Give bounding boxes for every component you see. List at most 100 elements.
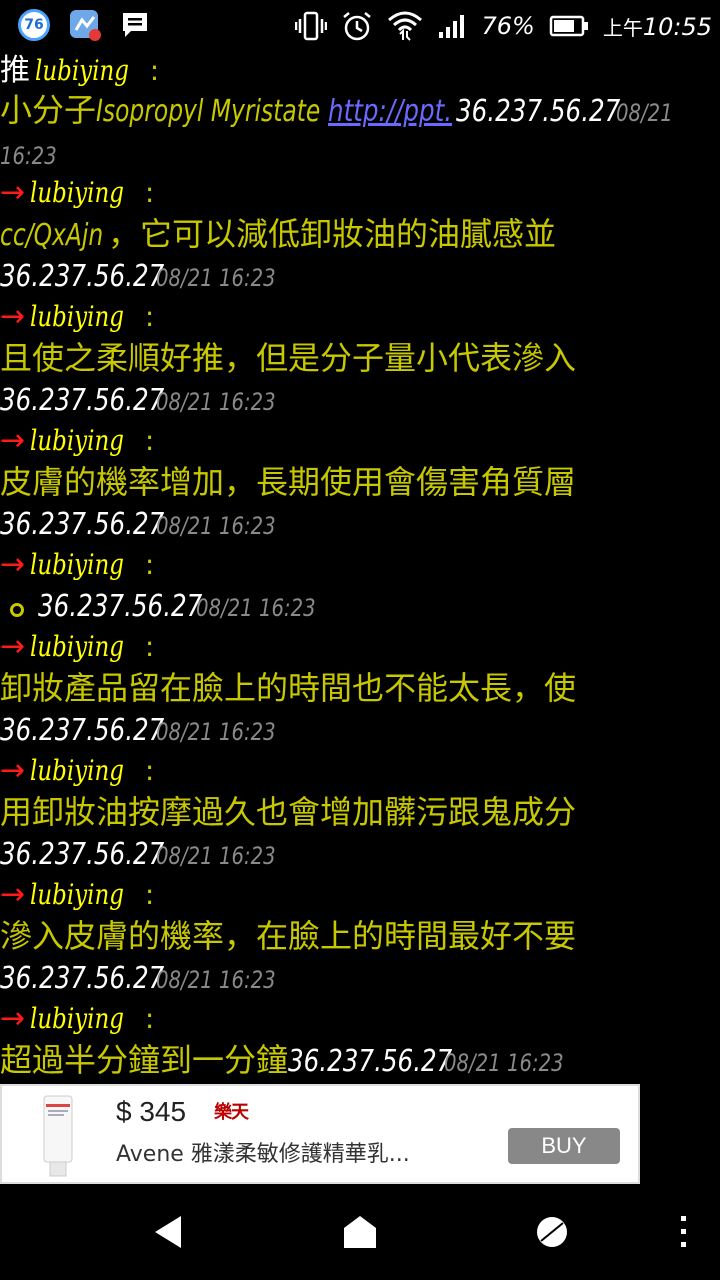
buy-button[interactable]: BUY bbox=[508, 1128, 620, 1164]
comment-username: lubiying bbox=[30, 176, 125, 209]
comment-header: → lubiying: bbox=[0, 880, 154, 910]
rakuten-logo: 樂天 bbox=[214, 1102, 249, 1123]
comment-username: lubiying bbox=[30, 754, 125, 787]
battery-icon bbox=[549, 15, 588, 37]
comment-header: → lubiying: bbox=[0, 550, 154, 580]
comment-latin-text: cc/QxAjn bbox=[0, 218, 104, 253]
product-thumbnail bbox=[43, 1095, 73, 1177]
comment-meta: 36.237.56.2708/21 16:23 bbox=[0, 716, 302, 746]
comment-timestamp: 08/21 16:23 bbox=[156, 718, 276, 746]
back-icon bbox=[155, 1216, 181, 1248]
comment-username: lubiying bbox=[30, 1002, 125, 1035]
comment-body: 小分子Isopropyl Myristate http://ppt. 36.237.… bbox=[0, 94, 685, 127]
signal-icon bbox=[439, 15, 465, 38]
recents-icon bbox=[537, 1217, 567, 1247]
comment-date: 08/21 bbox=[616, 99, 673, 127]
comment-timestamp: 08/21 16:23 bbox=[444, 1049, 564, 1077]
comment-text: 超過半分鐘到一分鐘 bbox=[0, 1041, 289, 1079]
comment-body: 且使之柔順好推，但是分子量小代表滲入 bbox=[0, 342, 576, 374]
comment-latin-text: Isopropyl Myristate bbox=[96, 94, 321, 129]
comment-header: → lubiying: bbox=[0, 1004, 154, 1034]
comment-link[interactable]: http://ppt. bbox=[328, 97, 452, 127]
ad-banner[interactable]: $ 345 樂天 Avene 雅漾柔敏修護精華乳... BUY bbox=[0, 1084, 640, 1184]
comment-header: → lubiying: bbox=[0, 632, 154, 662]
comment-body: cc/QxAjn ，它可以減低卸妝油的油膩感並 bbox=[0, 218, 556, 251]
comment-header: → lubiying: bbox=[0, 426, 154, 456]
comment-body-cont: 16:23 bbox=[0, 144, 69, 168]
comment-meta: 36.237.56.2708/21 16:23 bbox=[0, 840, 302, 870]
comment-meta: 36.237.56.2708/21 16:23 bbox=[0, 510, 302, 540]
comment-ip: 36.237.56.27 bbox=[288, 1044, 453, 1079]
comment-username: lubiying bbox=[30, 630, 125, 663]
comment-username: lubiying bbox=[30, 548, 125, 581]
comment-username: lubiying bbox=[30, 424, 125, 457]
comment-text: 且使之柔順好推，但是分子量小代表滲入 bbox=[0, 339, 577, 377]
push-tag: 推 bbox=[0, 53, 30, 88]
comment-meta: 36.237.56.2708/21 16:23 bbox=[0, 262, 302, 292]
comment-colon: : bbox=[144, 754, 155, 787]
comment-ip: 36.237.56.27 bbox=[0, 961, 165, 996]
comment-text: 卸妝產品留在臉上的時間也不能太長，使 bbox=[0, 669, 577, 707]
arrow-tag: → bbox=[0, 423, 26, 458]
battery-percent: 76% bbox=[481, 12, 535, 40]
comment-body: 用卸妝油按摩過久也會增加髒污跟鬼成分 bbox=[0, 796, 576, 828]
comment-text: 滲入皮膚的機率，在臉上的時間最好不要 bbox=[0, 917, 577, 955]
comment-timestamp: 08/21 16:23 bbox=[156, 388, 276, 416]
ad-title: Avene 雅漾柔敏修護精華乳... bbox=[116, 1142, 410, 1167]
back-button[interactable] bbox=[130, 1184, 206, 1280]
comment-body: 皮膚的機率增加，長期使用會傷害角質層 bbox=[0, 466, 576, 498]
comment-ip: 36.237.56.27 bbox=[0, 507, 165, 542]
status-bar-left: 76 bbox=[18, 8, 150, 42]
clock-am-pm: 上午 bbox=[602, 15, 643, 40]
comment-list[interactable]: 推 lubiying: 小分子Isopropyl Myristate http:/… bbox=[0, 52, 720, 1084]
comment-ip: 36.237.56.27 bbox=[0, 383, 165, 418]
arrow-tag: → bbox=[0, 753, 26, 788]
comment-username: lubiying bbox=[30, 878, 125, 911]
comment-time: 16:23 bbox=[0, 142, 57, 170]
arrow-tag: → bbox=[0, 1001, 26, 1036]
comment-body: 卸妝產品留在臉上的時間也不能太長，使 bbox=[0, 672, 576, 704]
comment-meta: 36.237.56.2708/21 16:23 bbox=[0, 964, 302, 994]
comment-timestamp: 08/21 16:23 bbox=[196, 594, 316, 622]
comment-header: → lubiying: bbox=[0, 178, 154, 208]
ad-price: $ 345 bbox=[116, 1096, 187, 1127]
menu-icon bbox=[681, 1216, 686, 1247]
comment-ip: 36.237.56.27 bbox=[456, 94, 621, 129]
comment-colon: : bbox=[144, 548, 155, 581]
wifi-icon bbox=[388, 11, 423, 41]
alarm-icon bbox=[343, 12, 372, 41]
messenger-icon bbox=[70, 10, 101, 41]
clock: 上午10:55 bbox=[603, 12, 712, 41]
comment-timestamp: 08/21 16:23 bbox=[156, 966, 276, 994]
comment-text: ，它可以減低卸妝油的油膩感並 bbox=[108, 215, 557, 253]
arrow-tag: → bbox=[0, 299, 26, 334]
overflow-menu-button[interactable] bbox=[664, 1184, 704, 1280]
home-button[interactable] bbox=[322, 1184, 398, 1280]
comment-ip: 36.237.56.27 bbox=[38, 589, 203, 624]
navigation-bar bbox=[0, 1184, 720, 1280]
comment-body: 滲入皮膚的機率，在臉上的時間最好不要 bbox=[0, 920, 576, 952]
comment-colon: : bbox=[144, 424, 155, 457]
comment-colon: : bbox=[144, 630, 155, 663]
comment-timestamp: 08/21 16:23 bbox=[156, 264, 276, 292]
comment-ip: 36.237.56.27 bbox=[0, 837, 165, 872]
comment-text: 小分子 bbox=[0, 91, 97, 129]
comment-username: lubiying bbox=[30, 300, 125, 333]
comment-colon: : bbox=[144, 878, 155, 911]
comment-header: → lubiying: bbox=[0, 756, 154, 786]
arrow-tag: → bbox=[0, 175, 26, 210]
comment-text: 用卸妝油按摩過久也會增加髒污跟鬼成分 bbox=[0, 793, 577, 831]
home-icon bbox=[344, 1216, 376, 1248]
status-bar: 76 76% 上午10:55 bbox=[0, 0, 720, 52]
bullet-dot-icon bbox=[10, 602, 24, 617]
comment-ip: 36.237.56.27 bbox=[0, 713, 165, 748]
comment-body: 超過半分鐘到一分鐘36.237.56.2708/21 16:23 bbox=[0, 1044, 590, 1077]
comment-timestamp: 08/21 16:23 bbox=[156, 512, 276, 540]
clock-time: 10:55 bbox=[642, 12, 712, 41]
arrow-tag: → bbox=[0, 629, 26, 664]
comment-colon: : bbox=[144, 300, 155, 333]
comment-colon: : bbox=[144, 176, 155, 209]
recents-button[interactable] bbox=[514, 1184, 590, 1280]
comment-header: → lubiying: bbox=[0, 302, 154, 332]
comment-timestamp: 08/21 16:23 bbox=[156, 842, 276, 870]
